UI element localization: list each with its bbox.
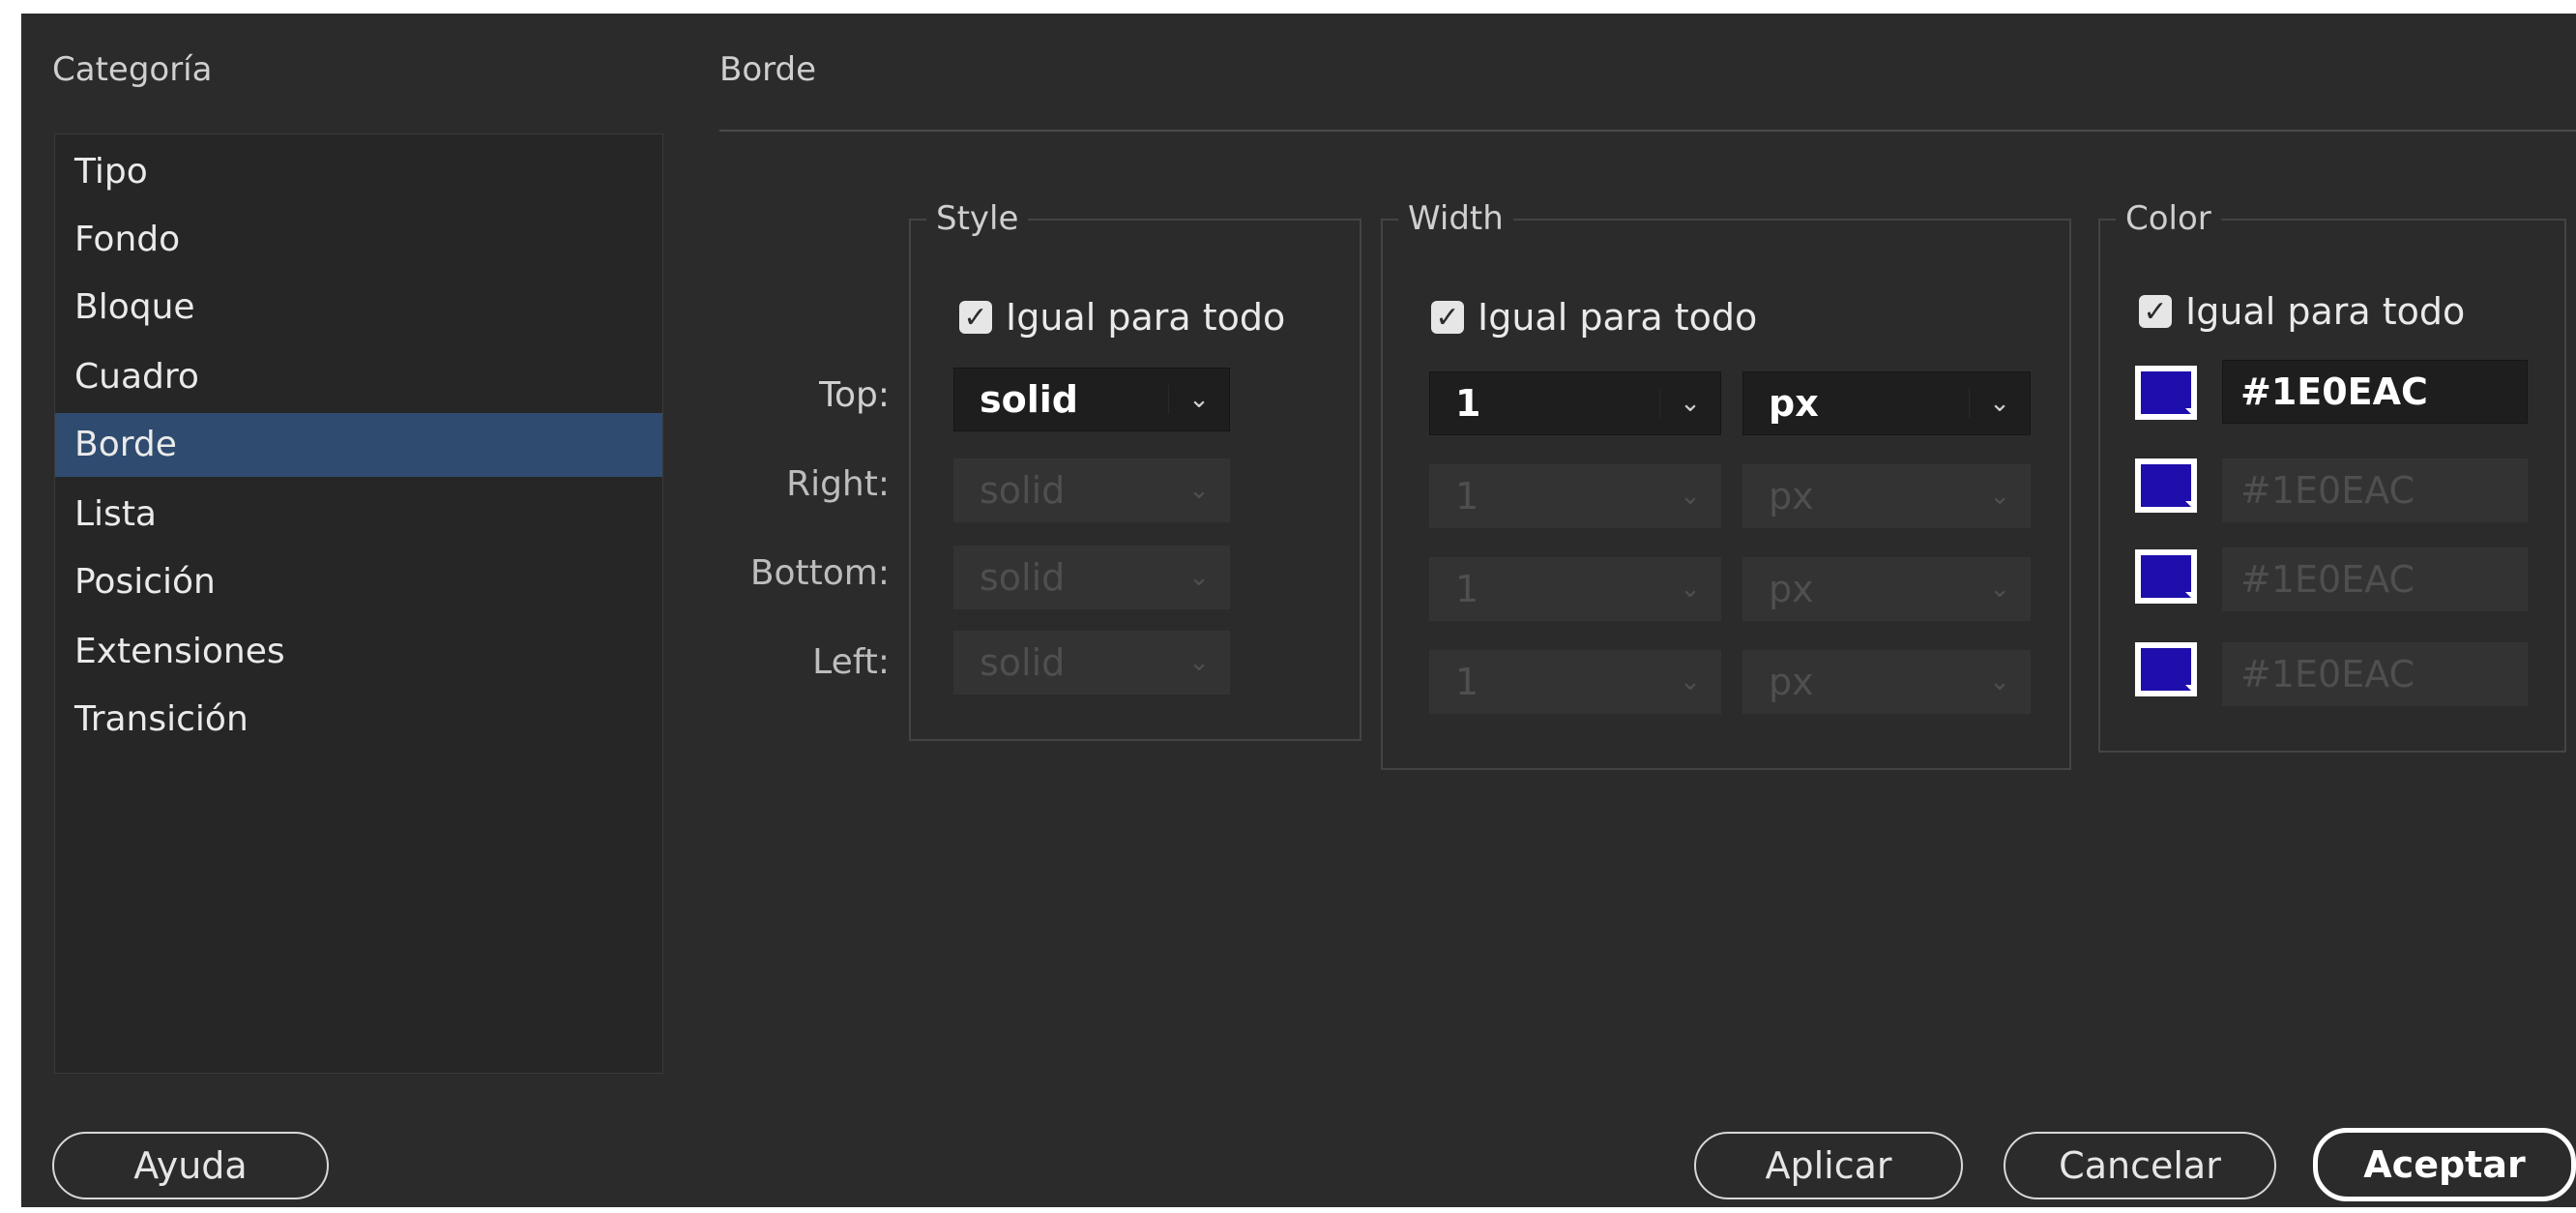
chevron-down-icon: ⌄ — [1168, 476, 1229, 505]
category-item-cuadro[interactable]: Cuadro — [55, 345, 662, 409]
chevron-down-icon: ⌄ — [1659, 482, 1720, 511]
chevron-down-icon: ⌄ — [1969, 482, 2030, 511]
category-item-lista[interactable]: Lista — [55, 483, 662, 547]
checkbox-checked-icon[interactable]: ✓ — [2139, 295, 2172, 329]
color-swatch-top[interactable] — [2135, 366, 2197, 420]
apply-button[interactable]: Aplicar — [1694, 1132, 1963, 1199]
category-item-borde[interactable]: Borde — [55, 413, 662, 477]
side-label-bottom: Bottom: — [749, 553, 890, 593]
category-list[interactable]: Tipo Fondo Bloque Cuadro Borde Lista Pos… — [54, 133, 663, 1074]
style-right-value: solid — [980, 469, 1066, 512]
category-heading: Categoría — [52, 50, 213, 89]
swatch-fill — [2141, 555, 2191, 598]
style-group-title: Style — [926, 199, 1029, 238]
color-same-for-all[interactable]: ✓ Igual para todo — [2139, 290, 2465, 333]
panel-divider — [719, 130, 2576, 132]
chevron-down-icon: ⌄ — [1168, 648, 1229, 677]
chevron-down-icon: ⌄ — [1969, 575, 2030, 604]
style-right-select[interactable]: solid ⌄ — [953, 459, 1230, 522]
width-right-value: 1 — [1455, 475, 1479, 518]
checkbox-checked-icon[interactable]: ✓ — [959, 301, 992, 335]
swatch-dropdown-icon — [2185, 592, 2195, 602]
style-top-select[interactable]: solid ⌄ — [953, 368, 1230, 431]
category-item-posicion[interactable]: Posición — [55, 550, 662, 614]
swatch-dropdown-icon — [2185, 685, 2195, 695]
width-bottom-unit-select[interactable]: px ⌄ — [1742, 557, 2031, 621]
category-item-bloque[interactable]: Bloque — [55, 276, 662, 340]
swatch-fill — [2141, 464, 2191, 507]
style-same-for-all[interactable]: ✓ Igual para todo — [959, 296, 1285, 339]
style-bottom-select[interactable]: solid ⌄ — [953, 546, 1230, 609]
category-item-extensiones[interactable]: Extensiones — [55, 620, 662, 684]
left-edge — [0, 0, 21, 1213]
chevron-down-icon: ⌄ — [1659, 667, 1720, 696]
color-swatch-left[interactable] — [2135, 642, 2197, 696]
side-label-left: Left: — [812, 642, 890, 682]
color-same-label: Igual para todo — [2185, 290, 2466, 333]
category-item-fondo[interactable]: Fondo — [55, 208, 662, 272]
ok-button[interactable]: Aceptar — [2313, 1128, 2576, 1201]
category-item-tipo[interactable]: Tipo — [55, 140, 662, 204]
width-left-value-select[interactable]: 1 ⌄ — [1429, 650, 1721, 714]
width-left-unit-select[interactable]: px ⌄ — [1742, 650, 2031, 714]
help-button[interactable]: Ayuda — [52, 1132, 329, 1199]
width-right-value-select[interactable]: 1 ⌄ — [1429, 464, 1721, 528]
style-left-select[interactable]: solid ⌄ — [953, 631, 1230, 695]
width-right-unit-select[interactable]: px ⌄ — [1742, 464, 2031, 528]
chevron-down-icon: ⌄ — [1168, 385, 1229, 414]
width-top-unit: px — [1769, 382, 1819, 425]
css-rule-definition-dialog: Categoría Tipo Fondo Bloque Cuadro Borde… — [0, 0, 2576, 1213]
side-label-top: Top: — [819, 375, 890, 415]
top-edge — [0, 0, 2576, 14]
chevron-down-icon: ⌄ — [1969, 389, 2030, 418]
color-bottom-hex[interactable]: #1E0EAC — [2222, 547, 2528, 611]
swatch-fill — [2141, 648, 2191, 691]
checkbox-checked-icon[interactable]: ✓ — [1431, 301, 1464, 335]
category-item-transicion[interactable]: Transición — [55, 688, 662, 752]
color-swatch-bottom[interactable] — [2135, 549, 2197, 604]
swatch-dropdown-icon — [2185, 408, 2195, 418]
width-top-unit-select[interactable]: px ⌄ — [1742, 371, 2031, 435]
width-bottom-value: 1 — [1455, 568, 1479, 610]
width-same-for-all[interactable]: ✓ Igual para todo — [1431, 296, 1757, 339]
chevron-down-icon: ⌄ — [1969, 667, 2030, 696]
side-label-right: Right: — [786, 464, 890, 504]
width-top-value-select[interactable]: 1 ⌄ — [1429, 371, 1721, 435]
color-swatch-right[interactable] — [2135, 459, 2197, 513]
panel-title: Borde — [719, 50, 817, 89]
swatch-fill — [2141, 371, 2191, 414]
color-top-hex[interactable]: #1E0EAC — [2222, 360, 2528, 424]
width-left-value: 1 — [1455, 661, 1479, 703]
width-same-label: Igual para todo — [1478, 296, 1758, 339]
width-top-value: 1 — [1455, 382, 1481, 425]
chevron-down-icon: ⌄ — [1659, 575, 1720, 604]
swatch-dropdown-icon — [2185, 501, 2195, 511]
width-group-title: Width — [1398, 199, 1513, 238]
style-top-value: solid — [980, 378, 1078, 421]
cancel-button[interactable]: Cancelar — [2004, 1132, 2276, 1199]
width-right-unit: px — [1769, 475, 1814, 518]
chevron-down-icon: ⌄ — [1168, 563, 1229, 592]
style-bottom-value: solid — [980, 556, 1066, 599]
bottom-edge — [0, 1207, 2576, 1213]
color-group-title: Color — [2116, 199, 2221, 238]
chevron-down-icon: ⌄ — [1659, 389, 1720, 418]
style-same-label: Igual para todo — [1006, 296, 1286, 339]
width-left-unit: px — [1769, 661, 1814, 703]
width-bottom-unit: px — [1769, 568, 1814, 610]
style-left-value: solid — [980, 641, 1066, 684]
color-left-hex[interactable]: #1E0EAC — [2222, 642, 2528, 706]
width-bottom-value-select[interactable]: 1 ⌄ — [1429, 557, 1721, 621]
color-right-hex[interactable]: #1E0EAC — [2222, 459, 2528, 522]
